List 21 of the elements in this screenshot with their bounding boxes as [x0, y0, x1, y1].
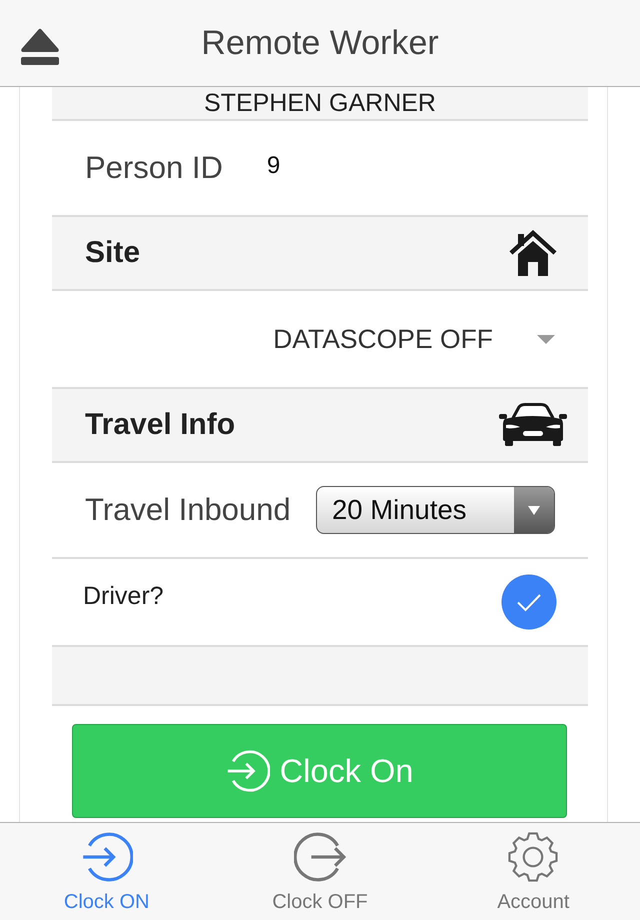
travel-select[interactable]: 20 Minutes: [316, 486, 555, 534]
car-icon: [499, 403, 567, 447]
person-name: STEPHEN GARNER: [204, 88, 436, 118]
tab[interactable]: Clock OFF: [272, 823, 368, 920]
site-select[interactable]: DATASCOPE OFF: [273, 324, 555, 354]
tab[interactable]: Account: [497, 823, 570, 920]
page-title: Remote Worker: [201, 24, 439, 62]
house-icon: [509, 230, 557, 276]
gear-icon: [507, 831, 560, 883]
eject-icon[interactable]: [20, 28, 60, 66]
field-label: Person ID: [85, 150, 223, 186]
tab[interactable]: Clock ON: [64, 823, 150, 920]
field-label: Travel Inbound: [85, 492, 291, 528]
checkbox[interactable]: [501, 574, 557, 630]
section-title: Travel Info: [85, 408, 236, 442]
caret-icon: [537, 334, 555, 344]
section-title: Site: [85, 236, 140, 270]
exit-arrow-icon: [294, 831, 346, 883]
clock-on-button[interactable]: Clock On: [72, 724, 567, 818]
checkbox-label: Driver?: [83, 582, 164, 610]
field-value: 9: [266, 152, 280, 180]
